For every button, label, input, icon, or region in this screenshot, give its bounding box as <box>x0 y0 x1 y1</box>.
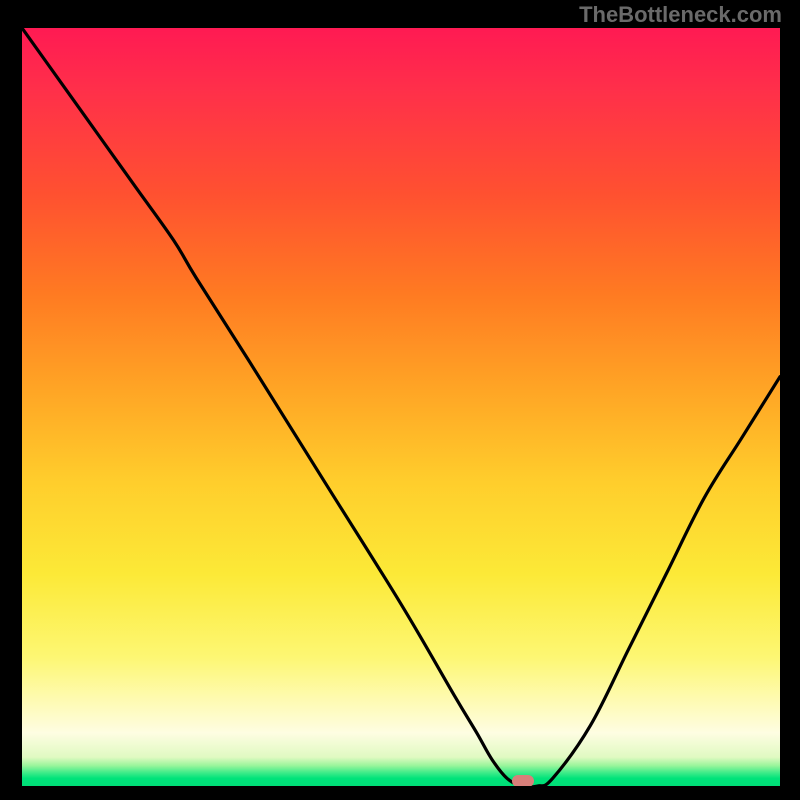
curve-path <box>22 28 780 786</box>
watermark-text: TheBottleneck.com <box>579 2 782 28</box>
bottleneck-curve <box>22 28 780 786</box>
optimal-marker <box>512 775 534 786</box>
plot-area <box>22 28 780 786</box>
chart-container: TheBottleneck.com <box>0 0 800 800</box>
